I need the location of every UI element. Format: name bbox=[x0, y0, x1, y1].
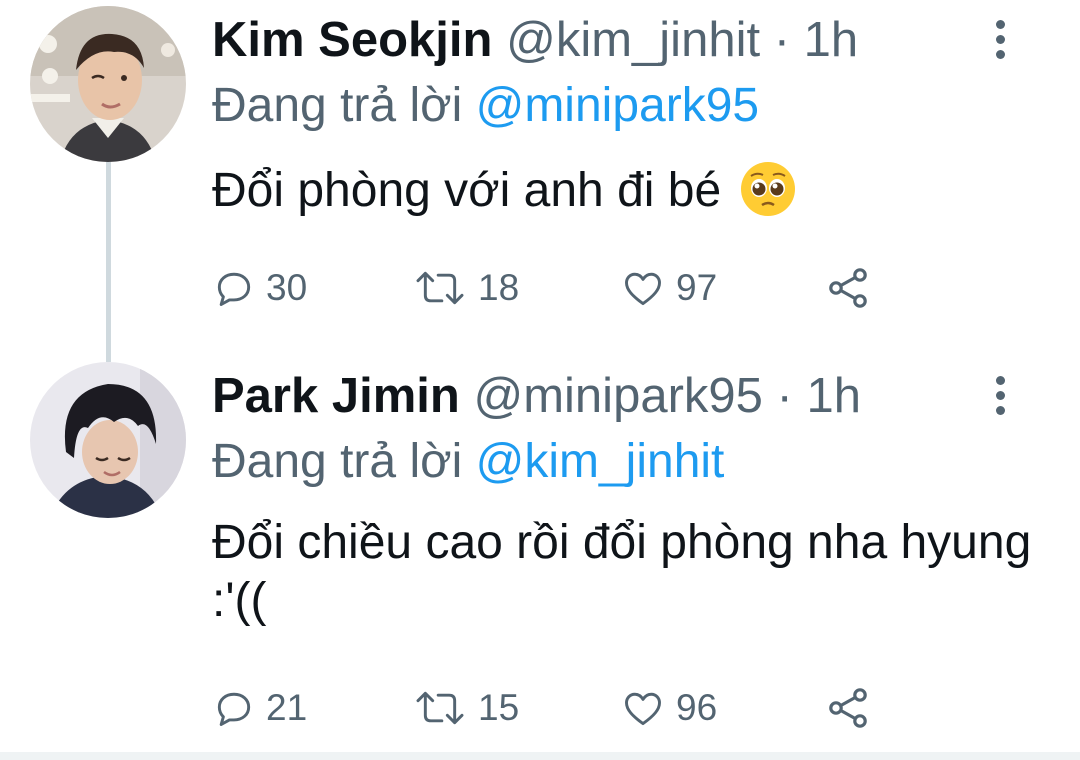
like-button[interactable]: 97 bbox=[620, 258, 717, 318]
reply-count: 21 bbox=[266, 687, 308, 728]
like-button[interactable]: 96 bbox=[620, 678, 717, 738]
retweet-button[interactable]: 15 bbox=[412, 678, 519, 738]
avatar[interactable] bbox=[30, 362, 186, 518]
avatar[interactable] bbox=[30, 6, 186, 162]
tweet-text-content: Đổi chiều cao rồi đổi phòng nha hyung :'… bbox=[212, 516, 1032, 627]
replying-to-handle[interactable]: @minipark95 bbox=[476, 79, 760, 132]
tweet-actions: 21 15 96 bbox=[212, 678, 912, 738]
separator-dot: · bbox=[773, 13, 791, 67]
share-button[interactable] bbox=[824, 258, 872, 318]
retweet-count: 18 bbox=[478, 267, 520, 308]
reply-icon bbox=[212, 686, 256, 730]
tweet-text: Đổi phòng với anh đi bé bbox=[212, 162, 1032, 222]
retweet-icon bbox=[412, 686, 468, 730]
timestamp[interactable]: 1h bbox=[804, 13, 859, 67]
tweet-header: Kim Seokjin @kim_jinhit · 1h bbox=[212, 10, 858, 70]
replying-to-label: Đang trả lời bbox=[212, 79, 463, 132]
replying-to: Đang trả lời @kim_jinhit bbox=[212, 434, 724, 490]
retweet-button[interactable]: 18 bbox=[412, 258, 519, 318]
separator-dot: · bbox=[776, 369, 793, 423]
retweet-count: 15 bbox=[478, 687, 520, 728]
replying-to: Đang trả lời @minipark95 bbox=[212, 78, 759, 134]
share-icon bbox=[824, 684, 872, 732]
replying-to-label: Đang trả lời bbox=[212, 435, 463, 488]
tweet-text-content: Đổi phòng với anh đi bé bbox=[212, 164, 722, 217]
heart-icon bbox=[620, 266, 666, 310]
like-count: 96 bbox=[676, 687, 718, 728]
reply-count: 30 bbox=[266, 267, 308, 308]
divider bbox=[0, 752, 1080, 760]
tweet[interactable]: Kim Seokjin @kim_jinhit · 1h Đang trả lờ… bbox=[0, 0, 1080, 360]
replying-to-handle[interactable]: @kim_jinhit bbox=[476, 435, 725, 488]
share-icon bbox=[824, 264, 872, 312]
pleading-face-emoji bbox=[739, 160, 797, 218]
reply-button[interactable]: 21 bbox=[212, 678, 307, 738]
reply-button[interactable]: 30 bbox=[212, 258, 307, 318]
display-name[interactable]: Kim Seokjin bbox=[212, 13, 492, 67]
tweet-header: Park Jimin @minipark95 · 1h bbox=[212, 366, 861, 426]
tweet-text: Đổi chiều cao rồi đổi phòng nha hyung :'… bbox=[212, 514, 1032, 630]
share-button[interactable] bbox=[824, 678, 872, 738]
like-count: 97 bbox=[676, 267, 718, 308]
timestamp[interactable]: 1h bbox=[806, 369, 861, 423]
tweet-actions: 30 18 97 bbox=[212, 258, 912, 318]
more-vertical-icon[interactable] bbox=[992, 20, 1008, 64]
more-vertical-icon[interactable] bbox=[992, 376, 1008, 420]
display-name[interactable]: Park Jimin bbox=[212, 369, 460, 423]
heart-icon bbox=[620, 686, 666, 730]
tweet[interactable]: Park Jimin @minipark95 · 1h Đang trả lời… bbox=[0, 360, 1080, 752]
user-handle[interactable]: @minipark95 bbox=[473, 369, 762, 423]
retweet-icon bbox=[412, 266, 468, 310]
tweet-thread: Kim Seokjin @kim_jinhit · 1h Đang trả lờ… bbox=[0, 0, 1080, 760]
user-handle[interactable]: @kim_jinhit bbox=[506, 13, 760, 67]
reply-icon bbox=[212, 266, 256, 310]
